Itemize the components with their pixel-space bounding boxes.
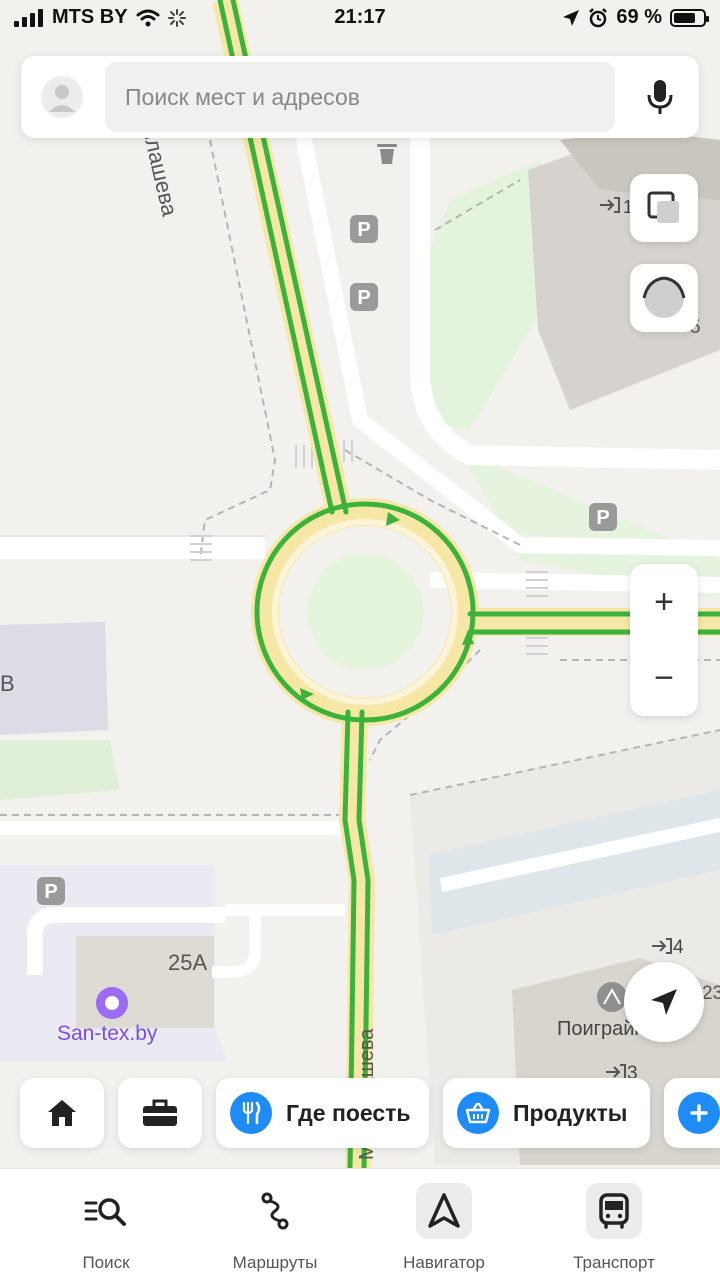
bottom-navigation: Поиск Маршруты Навигатор Транспорт <box>0 1168 720 1280</box>
svg-text:P: P <box>44 881 57 903</box>
tab-search-label: Поиск <box>82 1253 130 1272</box>
search-list-icon <box>78 1183 134 1239</box>
search-bar: Поиск мест и адресов <box>21 56 699 138</box>
briefcase-icon <box>143 1099 177 1126</box>
tab-transport-label: Транспорт <box>573 1253 655 1272</box>
entrance-label-4: 4 <box>673 937 684 958</box>
status-bar: MTS BY 21:17 69 % <box>0 0 720 40</box>
map-mode-icon <box>642 276 686 318</box>
tab-navigator-label: Навигатор <box>403 1253 485 1272</box>
zoom-in-button[interactable]: + <box>630 564 698 640</box>
building-letter-label: В <box>0 671 15 696</box>
user-icon <box>49 85 75 112</box>
svg-text:P: P <box>357 219 370 241</box>
svg-text:P: P <box>357 287 370 309</box>
my-location-button[interactable] <box>624 962 704 1042</box>
home-chip[interactable] <box>20 1078 104 1148</box>
plus-icon <box>678 1092 720 1134</box>
layers-button[interactable] <box>630 174 698 242</box>
home-icon <box>48 1100 76 1126</box>
bus-icon <box>586 1183 642 1239</box>
zoom-out-button[interactable]: − <box>630 640 698 716</box>
battery-percent: 69 % <box>616 6 662 28</box>
chip-more[interactable] <box>664 1078 720 1148</box>
avatar[interactable] <box>41 76 83 118</box>
svg-text:P: P <box>596 507 609 529</box>
map-mode-button[interactable] <box>630 264 698 332</box>
tab-search[interactable]: Поиск <box>26 1169 186 1280</box>
route-icon <box>247 1183 303 1239</box>
alarm-icon <box>589 7 608 27</box>
minus-icon: − <box>654 658 674 697</box>
navigator-arrow-icon <box>416 1183 472 1239</box>
layers-icon <box>647 191 679 223</box>
zoom-controls: + − <box>630 564 698 716</box>
tab-navigator[interactable]: Навигатор <box>364 1169 524 1280</box>
search-placeholder: Поиск мест и адресов <box>125 83 360 110</box>
chip-label-groceries: Продукты <box>513 1099 628 1126</box>
poi-label[interactable]: San-tex.by <box>57 1022 157 1046</box>
chip-where-to-eat[interactable]: Где поесть <box>216 1078 429 1148</box>
work-chip[interactable] <box>118 1078 202 1148</box>
fork-knife-icon <box>230 1092 272 1134</box>
tab-transport[interactable]: Транспорт <box>534 1169 694 1280</box>
building-number-23: 23 <box>702 983 720 1004</box>
location-services-icon <box>563 9 580 26</box>
tab-routes-label: Маршруты <box>232 1253 318 1272</box>
microphone-icon <box>647 80 673 114</box>
battery-icon <box>670 8 709 27</box>
status-right: 69 % <box>562 6 709 29</box>
search-input[interactable]: Поиск мест и адресов <box>105 62 615 132</box>
chip-groceries[interactable]: Продукты <box>443 1078 650 1148</box>
plus-icon: + <box>654 582 674 621</box>
house-number-label: 25А <box>168 950 208 975</box>
microphone-button[interactable] <box>645 78 675 116</box>
location-arrow-icon <box>651 989 677 1015</box>
chip-label-eat: Где поесть <box>286 1099 411 1126</box>
tab-routes[interactable]: Маршруты <box>195 1169 355 1280</box>
basket-icon <box>457 1092 499 1134</box>
